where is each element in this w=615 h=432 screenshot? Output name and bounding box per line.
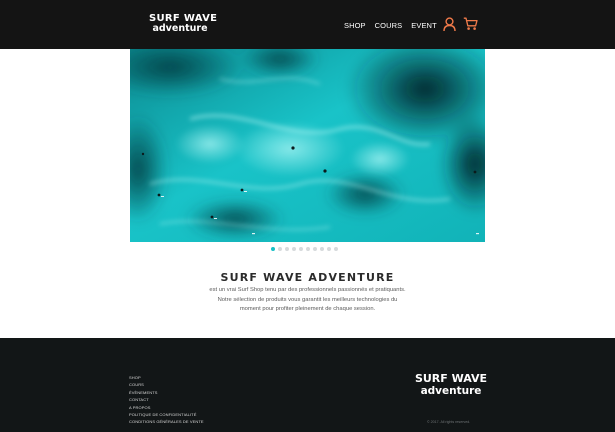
footer-link-terms[interactable]: CONDITIONS GÉNÉRALES DE VENTE [129, 418, 204, 425]
main-nav: SHOP COURS EVENT [344, 21, 437, 30]
slider-dot-5[interactable] [299, 247, 303, 251]
slider-dot-9[interactable] [327, 247, 331, 251]
slider-dot-7[interactable] [313, 247, 317, 251]
copyright-text: © 2017. All rights reserved. [427, 420, 471, 424]
slider-dot-4[interactable] [292, 247, 296, 251]
slider-dot-1[interactable] [271, 247, 275, 251]
site-header: SURF WAVE adventure SHOP COURS EVENT [0, 0, 615, 49]
nav-item-shop[interactable]: SHOP [344, 21, 366, 30]
site-footer [0, 338, 615, 432]
intro-line: Notre sélection de produits vous garanti… [217, 296, 398, 303]
footer-logo-line-2: adventure [420, 385, 482, 397]
footer-link-evenements[interactable]: ÉVÈNEMENTS [129, 389, 204, 396]
logo-line-2: adventure [152, 23, 208, 34]
slider-dot-8[interactable] [320, 247, 324, 251]
hero-image[interactable] [130, 49, 485, 242]
footer-link-a-propos[interactable]: A PROPOS [129, 404, 204, 411]
slider-dot-6[interactable] [306, 247, 310, 251]
user-icon[interactable] [443, 17, 456, 37]
footer-link-contact[interactable]: CONTACT [129, 396, 204, 403]
nav-item-cours[interactable]: COURS [375, 21, 403, 30]
cart-icon[interactable] [463, 17, 478, 36]
intro-text: est un vrai Surf Shop tenu par des profe… [187, 286, 428, 315]
footer-link-cours[interactable]: COURS [129, 381, 204, 388]
slider-dot-3[interactable] [285, 247, 289, 251]
footer-links: SHOP COURS ÉVÈNEMENTS CONTACT A PROPOS P… [129, 374, 204, 426]
footer-logo[interactable]: SURF WAVE adventure [413, 372, 489, 398]
slider-dots [271, 247, 338, 251]
intro-title: SURF WAVE ADVENTURE [220, 271, 395, 284]
slider-dot-2[interactable] [278, 247, 282, 251]
intro-line: moment pour profiter pleinement de chaqu… [239, 306, 376, 312]
header-logo[interactable]: SURF WAVE adventure [149, 13, 217, 34]
footer-logo-line-1: SURF WAVE [414, 372, 488, 385]
intro-line: est un vrai Surf Shop tenu par des profe… [209, 287, 406, 293]
footer-link-privacy[interactable]: POLITIQUE DE CONFIDENTIALITÉ [129, 411, 204, 418]
nav-item-event[interactable]: EVENT [411, 21, 437, 30]
slider-dot-10[interactable] [334, 247, 338, 251]
footer-link-shop[interactable]: SHOP [129, 374, 204, 381]
